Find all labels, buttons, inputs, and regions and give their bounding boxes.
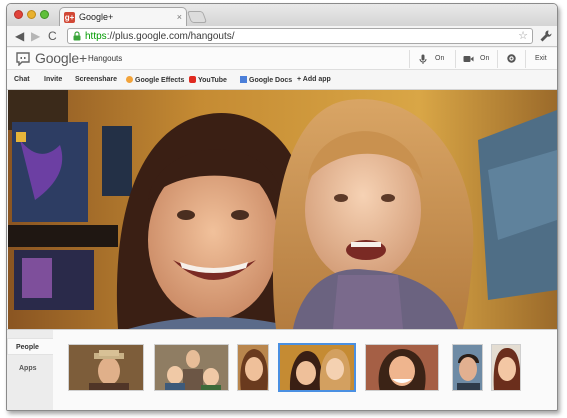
tab-people[interactable]: People	[7, 338, 53, 355]
close-window-button[interactable]	[14, 10, 23, 19]
participant-video	[366, 345, 438, 390]
participant-thumbnail[interactable]	[68, 344, 144, 391]
participant-video	[492, 345, 520, 390]
effects-icon	[126, 76, 133, 83]
back-arrow-icon[interactable]: ◀	[15, 29, 24, 43]
participant-video	[280, 345, 354, 390]
filmstrip-side-tabs: People Apps	[7, 330, 53, 410]
zoom-window-button[interactable]	[40, 10, 49, 19]
invite-button[interactable]: Invite	[44, 76, 62, 83]
add-app-button[interactable]: + Add app	[297, 76, 331, 83]
page-title: Hangouts	[88, 54, 123, 63]
gear-icon	[507, 54, 516, 63]
hangout-app-bar: Chat Invite Screenshare Google Effects Y…	[7, 70, 557, 90]
camera-status: On	[480, 55, 490, 62]
google-effects-button[interactable]: Google Effects	[126, 76, 184, 84]
browser-toolbar: ◀ ▶ C https://plus.google.com/hangouts/ …	[7, 26, 557, 47]
url-scheme: https	[85, 30, 107, 42]
youtube-label: YouTube	[198, 77, 227, 84]
forward-arrow-icon[interactable]: ▶	[31, 29, 40, 43]
url-text: https://plus.google.com/hangouts/	[85, 31, 235, 42]
participant-video	[238, 345, 268, 390]
microphone-icon	[419, 54, 427, 64]
participant-video	[453, 345, 482, 390]
google-effects-label: Google Effects	[135, 77, 185, 84]
participant-thumbnail[interactable]	[491, 344, 521, 391]
video-frame	[8, 90, 557, 329]
participant-thumbnail[interactable]	[154, 344, 229, 391]
google-plus-favicon-icon: g+	[64, 11, 75, 23]
participant-thumbnail[interactable]	[452, 344, 483, 391]
minimize-window-button[interactable]	[27, 10, 36, 19]
video-camera-icon	[463, 55, 474, 62]
divider	[497, 50, 498, 68]
divider	[455, 50, 456, 68]
participant-thumbnail[interactable]	[365, 344, 439, 391]
settings-button[interactable]	[507, 51, 516, 66]
bookmark-star-icon[interactable]: ☆	[518, 30, 528, 43]
tab-close-icon[interactable]: ×	[177, 12, 182, 22]
browser-tab[interactable]: g+ Google+ ×	[59, 7, 187, 26]
screenshare-button[interactable]: Screenshare	[75, 76, 117, 83]
mic-toggle[interactable]: On	[419, 51, 444, 66]
docs-icon	[240, 76, 247, 83]
tab-title: Google+	[79, 12, 114, 22]
participants-filmstrip: People Apps	[7, 329, 557, 410]
hangouts-logo-icon	[16, 52, 30, 66]
reload-icon[interactable]: C	[48, 29, 57, 43]
google-plus-header: Google+ Hangouts On On Exit	[7, 48, 557, 70]
exit-button[interactable]: Exit	[535, 51, 547, 66]
main-video-feed	[8, 90, 557, 329]
google-plus-brand[interactable]: Google+	[35, 50, 87, 66]
tab-apps[interactable]: Apps	[19, 365, 37, 372]
lock-icon	[73, 31, 81, 41]
wrench-icon[interactable]	[539, 29, 553, 43]
participant-video	[69, 345, 143, 390]
exit-label: Exit	[535, 55, 547, 62]
youtube-icon	[189, 76, 196, 83]
divider	[525, 50, 526, 68]
google-docs-button[interactable]: Google Docs	[240, 76, 292, 84]
participant-thumbnail[interactable]	[237, 344, 269, 391]
divider	[409, 50, 410, 68]
youtube-button[interactable]: YouTube	[189, 76, 227, 84]
browser-window: g+ Google+ × ◀ ▶ C https://plus.google.c…	[6, 3, 558, 411]
chat-button[interactable]: Chat	[14, 76, 30, 83]
camera-toggle[interactable]: On	[463, 51, 489, 66]
tab-strip: g+ Google+ ×	[7, 4, 557, 26]
url-path: ://plus.google.com/hangouts/	[106, 30, 235, 42]
new-tab-button[interactable]	[186, 11, 208, 23]
google-docs-label: Google Docs	[249, 77, 293, 84]
participant-thumbnail-selected[interactable]	[278, 343, 356, 392]
mic-status: On	[435, 55, 445, 62]
address-bar[interactable]: https://plus.google.com/hangouts/ ☆	[67, 28, 533, 44]
participant-video	[155, 345, 228, 390]
